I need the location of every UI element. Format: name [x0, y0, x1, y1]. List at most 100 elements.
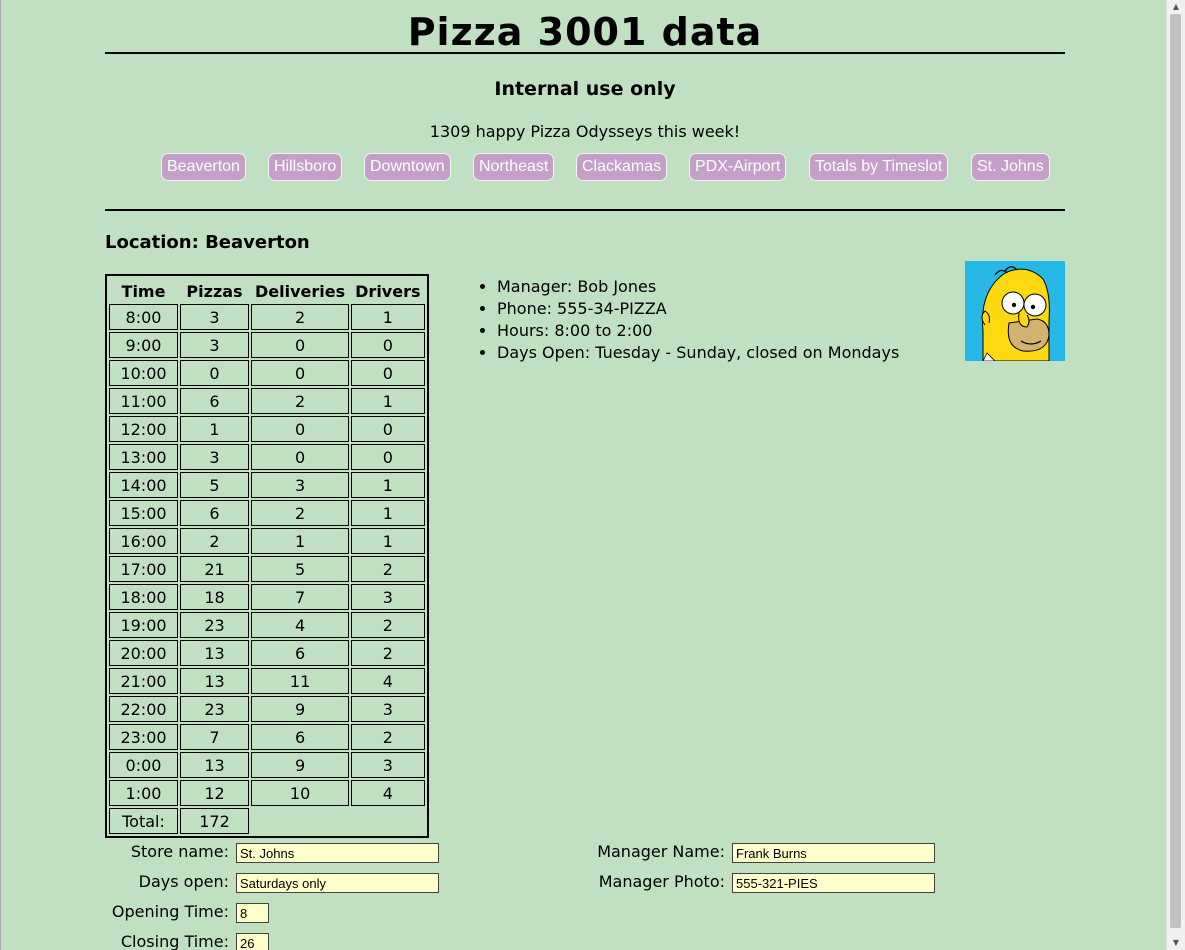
- table-row: 16:00 2 1 1: [109, 528, 425, 554]
- cell-time: 10:00: [109, 360, 178, 386]
- cell-pizzas: 6: [180, 388, 249, 414]
- scrollbar-thumb[interactable]: [1170, 14, 1181, 928]
- nav-button-st-johns[interactable]: St. Johns: [971, 153, 1050, 181]
- cell-time: 18:00: [109, 584, 178, 610]
- cell-drivers: 4: [351, 668, 425, 694]
- table-header-row: Time Pizzas Deliveries Drivers: [109, 278, 425, 302]
- cell-drivers: 3: [351, 696, 425, 722]
- table-row: 8:00 3 2 1: [109, 304, 425, 330]
- closing-time-input[interactable]: [236, 933, 269, 950]
- table-total-row: Total: 172: [109, 808, 425, 834]
- cell-time: 12:00: [109, 416, 178, 442]
- table-row: 14:00 5 3 1: [109, 472, 425, 498]
- nav-button-hillsboro[interactable]: Hillsboro: [268, 153, 343, 181]
- cell-drivers: 0: [351, 416, 425, 442]
- manager-name-label: Manager Name:: [597, 842, 725, 861]
- cell-drivers: 4: [351, 780, 425, 806]
- cell-time: 0:00: [109, 752, 178, 778]
- opening-time-label: Opening Time:: [111, 902, 229, 921]
- manager-avatar: [965, 261, 1065, 361]
- page-title: Pizza 3001 data: [407, 10, 763, 54]
- cell-pizzas: 7: [180, 724, 249, 750]
- cell-pizzas: 12: [180, 780, 249, 806]
- total-pizzas-value: 172: [180, 808, 249, 834]
- table-row: 20:00 13 6 2: [109, 640, 425, 666]
- cell-pizzas: 23: [180, 696, 249, 722]
- manager-photo-row: Manager Photo:: [599, 870, 1065, 896]
- cell-pizzas: 3: [180, 332, 249, 358]
- cell-time: 23:00: [109, 724, 178, 750]
- cell-pizzas: 3: [180, 304, 249, 330]
- total-label: Total:: [109, 808, 178, 834]
- table-row: 19:00 23 4 2: [109, 612, 425, 638]
- cell-time: 20:00: [109, 640, 178, 666]
- nav-button-beaverton[interactable]: Beaverton: [161, 153, 246, 181]
- manager-photo-input[interactable]: [732, 873, 935, 893]
- cell-deliveries: 2: [251, 500, 350, 526]
- store-name-row: Store name:: [105, 840, 505, 866]
- cell-pizzas: 5: [180, 472, 249, 498]
- cell-time: 13:00: [109, 444, 178, 470]
- cell-pizzas: 1: [180, 416, 249, 442]
- table-row: 21:00 13 11 4: [109, 668, 425, 694]
- page: Pizza 3001 data Internal use only 1309 h…: [0, 0, 1166, 950]
- table-body: 8:00 3 2 1 9:00 3 0 0 10:00 0 0 0 11:00 6 2 1 12:00 1 0 0 13…: [109, 304, 425, 834]
- scroll-down-arrow-icon[interactable]: ▼: [1167, 936, 1185, 950]
- cell-pizzas: 21: [180, 556, 249, 582]
- opening-time-input[interactable]: [236, 903, 269, 923]
- days-open-input[interactable]: [236, 873, 439, 893]
- cell-drivers: 2: [351, 640, 425, 666]
- cell-deliveries: 0: [251, 416, 350, 442]
- cell-drivers: 0: [351, 332, 425, 358]
- table-row: 23:00 7 6 2: [109, 724, 425, 750]
- info-days-open: Days Open: Tuesday - Sunday, closed on M…: [497, 342, 899, 364]
- days-open-row: Days open:: [105, 870, 505, 896]
- cell-deliveries: 10: [251, 780, 350, 806]
- nav-button-downtown[interactable]: Downtown: [364, 153, 451, 181]
- table-row: 9:00 3 0 0: [109, 332, 425, 358]
- cell-time: 9:00: [109, 332, 178, 358]
- nav-button-clackamas[interactable]: Clackamas: [576, 153, 668, 181]
- column-header-time: Time: [121, 281, 166, 301]
- homer-avatar-icon: [965, 261, 1065, 361]
- cell-drivers: 1: [351, 528, 425, 554]
- info-hours: Hours: 8:00 to 2:00: [497, 320, 899, 342]
- sales-table: Time Pizzas Deliveries Drivers 8:00 3 2 1 9:…: [105, 274, 429, 838]
- cell-drivers: 1: [351, 388, 425, 414]
- cell-drivers: 3: [351, 584, 425, 610]
- store-info-list: Manager: Bob Jones Phone: 555-34-PIZZA H…: [457, 276, 899, 364]
- cell-deliveries: 7: [251, 584, 350, 610]
- info-manager: Manager: Bob Jones: [497, 276, 899, 298]
- cell-drivers: 0: [351, 360, 425, 386]
- cell-drivers: 1: [351, 472, 425, 498]
- manager-name-input[interactable]: [732, 843, 935, 863]
- nav-button-northeast[interactable]: Northeast: [473, 153, 555, 181]
- table-row: 12:00 1 0 0: [109, 416, 425, 442]
- store-name-input[interactable]: [236, 843, 439, 863]
- cell-deliveries: 0: [251, 444, 350, 470]
- vertical-scrollbar[interactable]: ▲ ▼: [1166, 0, 1185, 950]
- table-row: 22:00 23 9 3: [109, 696, 425, 722]
- cell-deliveries: 9: [251, 752, 350, 778]
- cell-time: 15:00: [109, 500, 178, 526]
- opening-time-row: Opening Time:: [105, 900, 505, 926]
- table-row: 18:00 18 7 3: [109, 584, 425, 610]
- nav-button-totals-by-timeslot[interactable]: Totals by Timeslot: [809, 153, 949, 181]
- cell-deliveries: 5: [251, 556, 350, 582]
- cell-drivers: 0: [351, 444, 425, 470]
- cell-time: 17:00: [109, 556, 178, 582]
- cell-drivers: 1: [351, 500, 425, 526]
- scroll-up-arrow-icon[interactable]: ▲: [1167, 0, 1185, 14]
- page-subtitle: Internal use only: [494, 78, 676, 100]
- manager-name-row: Manager Name:: [597, 840, 1065, 866]
- table-row: 1:00 12 10 4: [109, 780, 425, 806]
- nav-button-pdx-airport[interactable]: PDX-Airport: [689, 153, 787, 181]
- cell-time: 8:00: [109, 304, 178, 330]
- cell-time: 14:00: [109, 472, 178, 498]
- table-row: 15:00 6 2 1: [109, 500, 425, 526]
- cell-drivers: 2: [351, 556, 425, 582]
- cell-deliveries: 1: [251, 528, 350, 554]
- column-header-deliveries: Deliveries: [255, 281, 346, 301]
- closing-time-row: Closing Time:: [105, 930, 505, 950]
- column-header-drivers: Drivers: [355, 281, 421, 301]
